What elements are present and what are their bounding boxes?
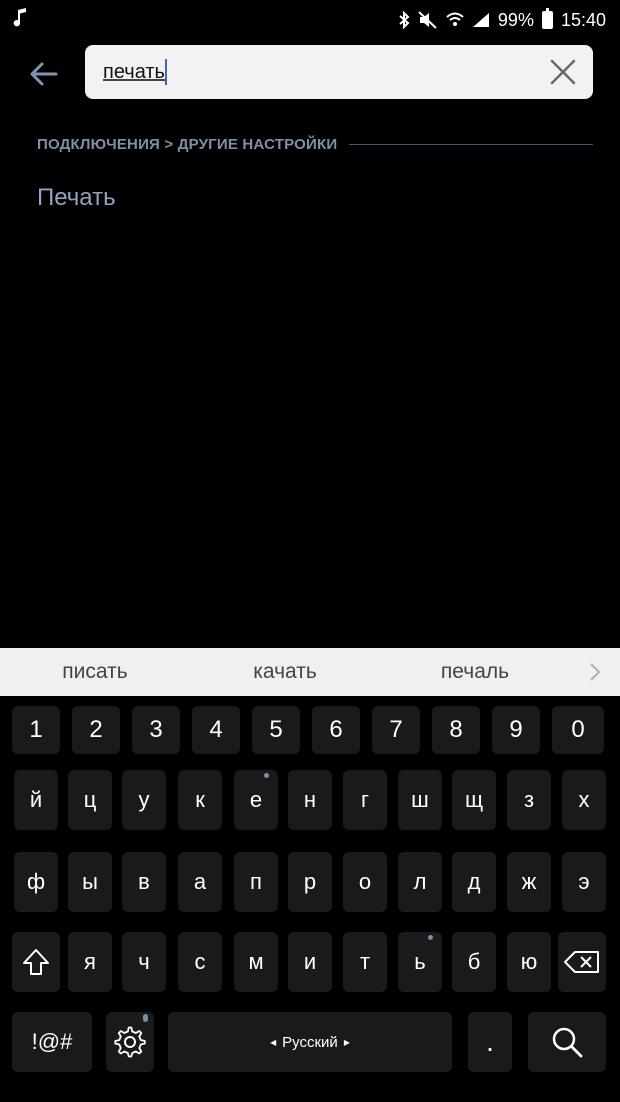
- music-note-icon: [12, 7, 28, 33]
- key-letter[interactable]: е: [234, 770, 278, 830]
- key-letter[interactable]: л: [398, 852, 442, 912]
- key-1[interactable]: 1: [12, 706, 60, 754]
- alternate-char-dot: [428, 935, 433, 940]
- search-input[interactable]: печать: [103, 59, 545, 85]
- space-key[interactable]: ◂ Русский ▸: [168, 1012, 452, 1072]
- shift-arrow-icon: [23, 949, 49, 975]
- back-button[interactable]: [26, 56, 62, 92]
- search-query: печать: [103, 60, 165, 83]
- language-next-icon: ▸: [343, 1035, 350, 1049]
- key-letter[interactable]: ю: [507, 932, 551, 992]
- keyboard: 1 2 3 4 5 6 7 8 9 0 й ц у к е н г ш щ з …: [0, 696, 620, 1102]
- key-6[interactable]: 6: [312, 706, 360, 754]
- key-letter[interactable]: ц: [68, 770, 112, 830]
- suggestion-item[interactable]: писать: [0, 660, 190, 684]
- text-cursor: [164, 59, 167, 85]
- mic-hint-icon: [143, 1014, 148, 1022]
- key-letter[interactable]: а: [178, 852, 222, 912]
- result-group-header: ПОДКЛЮЧЕНИЯ > ДРУГИЕ НАСТРОЙКИ: [37, 132, 593, 156]
- mute-icon: [418, 11, 438, 29]
- key-label: ь: [414, 949, 426, 974]
- battery-percent: 99%: [497, 9, 534, 30]
- key-3[interactable]: 3: [132, 706, 180, 754]
- suggestion-item[interactable]: печаль: [380, 660, 570, 684]
- key-letter[interactable]: щ: [452, 770, 496, 830]
- key-letter[interactable]: ь: [398, 932, 442, 992]
- backspace-icon: [564, 951, 599, 973]
- gear-icon: [114, 1026, 146, 1058]
- key-letter[interactable]: ы: [68, 852, 112, 912]
- status-icons: 99% 15:40: [398, 8, 606, 31]
- chevron-right-icon: [590, 663, 601, 681]
- key-letter[interactable]: р: [288, 852, 332, 912]
- clear-search-button[interactable]: [545, 54, 581, 90]
- status-bar: 99% 15:40: [0, 0, 620, 40]
- key-7[interactable]: 7: [372, 706, 420, 754]
- space-language-label: Русский: [282, 1033, 338, 1051]
- key-letter[interactable]: х: [562, 770, 606, 830]
- key-letter[interactable]: о: [343, 852, 387, 912]
- key-2[interactable]: 2: [72, 706, 120, 754]
- shift-key[interactable]: [12, 932, 60, 992]
- key-0[interactable]: 0: [552, 706, 604, 754]
- arrow-left-icon: [30, 62, 58, 86]
- bluetooth-icon: [398, 11, 410, 29]
- suggestion-bar: писать качать печаль: [0, 648, 620, 696]
- key-letter[interactable]: к: [178, 770, 222, 830]
- key-4[interactable]: 4: [192, 706, 240, 754]
- key-letter[interactable]: ж: [507, 852, 551, 912]
- close-icon: [550, 59, 576, 85]
- period-key[interactable]: .: [468, 1012, 512, 1072]
- key-letter[interactable]: м: [234, 932, 278, 992]
- key-letter[interactable]: ч: [122, 932, 166, 992]
- key-letter[interactable]: э: [562, 852, 606, 912]
- clock: 15:40: [560, 9, 606, 30]
- key-letter[interactable]: ш: [398, 770, 442, 830]
- more-suggestions-button[interactable]: [570, 662, 620, 682]
- backspace-key[interactable]: [558, 932, 606, 992]
- key-letter[interactable]: д: [452, 852, 496, 912]
- key-letter[interactable]: й: [14, 770, 58, 830]
- key-9[interactable]: 9: [492, 706, 540, 754]
- key-letter[interactable]: б: [452, 932, 496, 992]
- key-letter[interactable]: у: [122, 770, 166, 830]
- key-letter[interactable]: в: [122, 852, 166, 912]
- key-letter[interactable]: з: [507, 770, 551, 830]
- alternate-char-dot: [264, 773, 269, 778]
- search-icon: [552, 1027, 583, 1058]
- key-letter[interactable]: г: [343, 770, 387, 830]
- key-letter[interactable]: т: [343, 932, 387, 992]
- signal-icon: [472, 12, 490, 28]
- settings-key[interactable]: [106, 1012, 154, 1072]
- key-5[interactable]: 5: [252, 706, 300, 754]
- search-field[interactable]: печать: [85, 45, 593, 99]
- divider: [349, 143, 593, 145]
- wifi-icon: [446, 12, 464, 28]
- search-key[interactable]: [528, 1012, 606, 1072]
- search-result-print[interactable]: Печать: [37, 184, 116, 212]
- suggestion-item[interactable]: качать: [190, 660, 380, 684]
- key-letter[interactable]: ф: [14, 852, 58, 912]
- battery-icon: [541, 8, 553, 29]
- key-letter[interactable]: и: [288, 932, 332, 992]
- language-prev-icon: ◂: [270, 1035, 277, 1049]
- key-letter[interactable]: с: [178, 932, 222, 992]
- key-label: е: [249, 787, 263, 812]
- key-letter[interactable]: н: [288, 770, 332, 830]
- breadcrumb: ПОДКЛЮЧЕНИЯ > ДРУГИЕ НАСТРОЙКИ: [37, 135, 338, 153]
- key-letter[interactable]: я: [68, 932, 112, 992]
- key-8[interactable]: 8: [432, 706, 480, 754]
- key-letter[interactable]: п: [234, 852, 278, 912]
- symbols-key[interactable]: !@#: [12, 1012, 92, 1072]
